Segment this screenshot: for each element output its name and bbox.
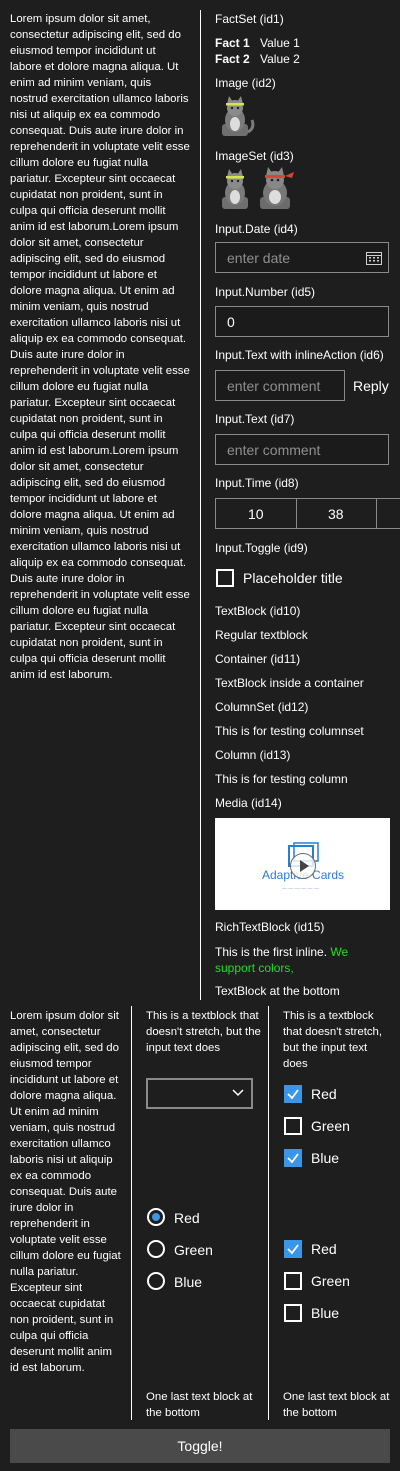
col2-top-text: This is a textblock that doesn't stretch… — [146, 1010, 261, 1054]
col3-top-text: This is a textblock that doesn't stretch… — [283, 1010, 383, 1070]
checkbox-label: Green — [311, 1273, 350, 1289]
radio-red[interactable] — [147, 1208, 165, 1226]
column-divider — [268, 1006, 269, 1420]
time-input[interactable]: 10 38 — [215, 498, 400, 529]
fact-title: Fact 2 — [215, 52, 250, 66]
radio-label: Blue — [174, 1274, 203, 1290]
radio-label: Red — [174, 1210, 200, 1226]
checkbox-label: Red — [311, 1086, 337, 1102]
time-hour[interactable]: 10 — [248, 506, 264, 522]
reply-button[interactable]: Reply — [353, 378, 389, 394]
play-icon[interactable] — [290, 853, 316, 879]
richtext-inline-2a: We — [330, 945, 349, 959]
checkbox-green[interactable] — [284, 1117, 302, 1135]
number-value: 0 — [227, 314, 235, 330]
toggle-heading: Input.Toggle (id9) — [215, 541, 308, 555]
column-text: This is for testing column — [215, 772, 348, 786]
comment-input[interactable]: enter comment — [215, 434, 389, 465]
textblock-heading: TextBlock (id10) — [215, 604, 301, 618]
calendar-icon[interactable] — [366, 251, 382, 265]
columnset-heading: ColumnSet (id12) — [215, 700, 309, 714]
checkbox-green-2[interactable] — [284, 1272, 302, 1290]
date-placeholder: enter date — [227, 250, 291, 266]
regular-textblock: Regular textblock — [215, 628, 308, 642]
column-divider — [200, 10, 201, 1000]
fact-value: Value 2 — [260, 52, 300, 66]
toggle-button-label: Toggle! — [177, 1438, 223, 1454]
checkbox-label: Green — [311, 1118, 350, 1134]
time-heading: Input.Time (id8) — [215, 476, 299, 490]
col3-bottom-text: One last text block at the bottom — [283, 1391, 390, 1419]
radio-label: Green — [174, 1242, 213, 1258]
imageset-cat-2 — [260, 167, 294, 209]
number-input[interactable]: 0 — [215, 306, 389, 337]
checkbox-blue[interactable] — [284, 1149, 302, 1167]
imageset-heading: ImageSet (id3) — [215, 149, 294, 163]
bottom-textblock: TextBlock at the bottom — [215, 984, 340, 998]
media-poster-sub: — — — — — — — [282, 886, 319, 892]
columnset-text: This is for testing columnset — [215, 724, 364, 738]
cat-image — [222, 96, 255, 136]
toggle-button[interactable]: Toggle! — [10, 1429, 390, 1463]
checkbox-blue-2[interactable] — [284, 1304, 302, 1322]
fact-value: Value 1 — [260, 36, 300, 50]
imageset-cat-1 — [222, 169, 248, 209]
lorem-text-top: Lorem ipsum dolor sit amet, consectetur … — [10, 13, 190, 681]
comment-inline-placeholder: enter comment — [227, 378, 321, 394]
fact-title: Fact 1 — [215, 36, 250, 50]
richtext-block: This is the first inline. We support col… — [215, 944, 395, 976]
column-heading: Column (id13) — [215, 748, 291, 762]
checkbox-red[interactable] — [284, 1085, 302, 1103]
richtext-heading: RichTextBlock (id15) — [215, 920, 325, 934]
text-heading: Input.Text (id7) — [215, 412, 295, 426]
container-textblock: TextBlock inside a container — [215, 676, 364, 690]
date-input[interactable]: enter date — [215, 242, 389, 273]
image-heading: Image (id2) — [215, 76, 276, 90]
number-heading: Input.Number (id5) — [215, 285, 316, 299]
placeholder-title: Placeholder title — [243, 570, 343, 586]
col2-bottom-text: One last text block at the bottom — [146, 1391, 253, 1419]
checkbox-label: Blue — [311, 1305, 340, 1321]
container-heading: Container (id11) — [215, 652, 301, 666]
checkbox-label: Blue — [311, 1150, 340, 1166]
comment-inline-input[interactable]: enter comment — [215, 370, 345, 401]
color-dropdown[interactable] — [146, 1078, 253, 1109]
date-heading: Input.Date (id4) — [215, 222, 298, 236]
media-heading: Media (id14) — [215, 796, 282, 810]
media-player[interactable]: Adaptive Cards — — — — — — — [215, 818, 390, 910]
placeholder-checkbox[interactable] — [216, 569, 234, 587]
time-minute[interactable]: 38 — [328, 506, 344, 522]
factset-heading: FactSet (id1) — [215, 12, 284, 26]
comment-placeholder: enter comment — [227, 442, 321, 458]
richtext-inline-2b: support colors, — [215, 961, 294, 975]
column-divider — [131, 1006, 132, 1420]
factset: Fact 1 Value 1 Fact 2 Value 2 — [215, 36, 300, 68]
richtext-inline-1: This is the first inline. — [215, 945, 331, 959]
time-separator — [376, 499, 377, 528]
inline-text-heading: Input.Text with inlineAction (id6) — [215, 348, 384, 362]
lorem-text-bottom: Lorem ipsum dolor sit amet, consectetur … — [10, 1010, 121, 1374]
radio-green[interactable] — [147, 1240, 165, 1258]
radio-blue[interactable] — [147, 1272, 165, 1290]
time-separator — [296, 499, 297, 528]
checkbox-label: Red — [311, 1241, 337, 1257]
checkbox-red-2[interactable] — [284, 1240, 302, 1258]
chevron-down-icon — [232, 1089, 244, 1097]
